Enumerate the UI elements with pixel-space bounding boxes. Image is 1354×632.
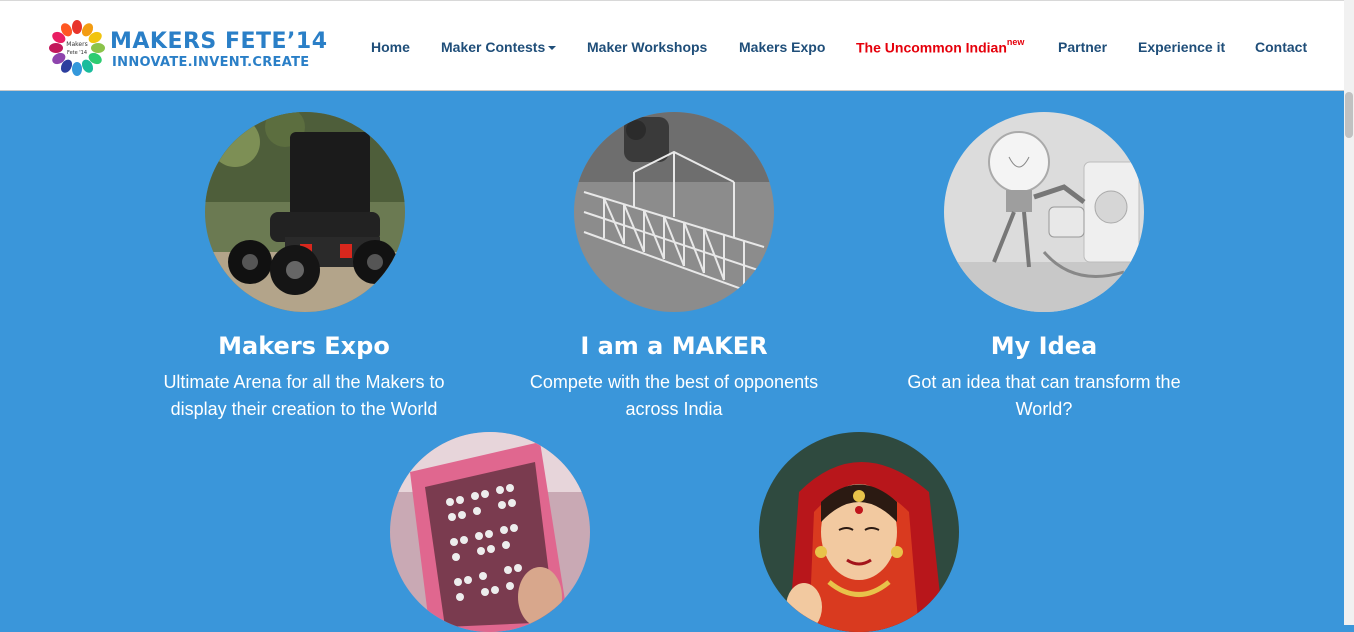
feature-desc-line: display their creation to the World (170, 399, 438, 419)
braille-sheet-photo (390, 432, 590, 632)
bulb-robot-photo (944, 112, 1144, 312)
indian-painting-photo (759, 432, 959, 632)
scrollbar-thumb[interactable] (1345, 92, 1353, 138)
nav-maker-contests[interactable]: Maker Contests (441, 39, 557, 55)
caret-down-icon (548, 46, 557, 51)
uncommon-indian-image[interactable] (759, 432, 959, 632)
nav-maker-workshops[interactable]: Maker Workshops (587, 39, 707, 55)
nav-uncommon-indian[interactable]: The Uncommon Indiannew (856, 37, 1025, 56)
new-badge: new (1006, 37, 1025, 47)
nav-home[interactable]: Home (371, 39, 410, 55)
nav-makers-expo[interactable]: Makers Expo (739, 39, 825, 55)
feature-desc-i-am-a-maker: Compete with the best of opponents acros… (504, 369, 844, 423)
nav-partner[interactable]: Partner (1058, 39, 1107, 55)
feature-title-i-am-a-maker[interactable]: I am a MAKER (504, 332, 844, 360)
feature-desc-line: Ultimate Arena for all the Makers to (163, 372, 445, 392)
nav-uncommon-indian-label: The Uncommon Indian (856, 39, 1007, 56)
braille-image[interactable] (390, 432, 590, 632)
main-nav: Home Maker Contests Maker Workshops Make… (0, 37, 1344, 59)
feature-desc-line: Compete with the best of opponents (529, 372, 819, 392)
page-scrollbar[interactable] (1344, 0, 1354, 625)
feature-title-makers-expo[interactable]: Makers Expo (134, 332, 474, 360)
wheelchair-photo (205, 112, 405, 312)
nav-experience-it[interactable]: Experience it (1138, 39, 1225, 55)
my-idea-image[interactable] (944, 112, 1144, 312)
nav-contact[interactable]: Contact (1255, 39, 1307, 55)
nav-maker-contests-label: Maker Contests (441, 39, 546, 55)
feature-desc-line: World? (1015, 399, 1073, 419)
feature-title-my-idea[interactable]: My Idea (874, 332, 1214, 360)
feature-desc-line: across India (625, 399, 723, 419)
i-am-a-maker-image[interactable] (574, 112, 774, 312)
top-navbar: Makers Fete '14 MAKERS FETE’14 INNOVATE.… (0, 0, 1344, 91)
bridge-model-photo (574, 112, 774, 312)
feature-desc-makers-expo: Ultimate Arena for all the Makers to dis… (134, 369, 474, 423)
feature-desc-my-idea: Got an idea that can transform the World… (874, 369, 1214, 423)
feature-desc-line: Got an idea that can transform the (907, 372, 1181, 392)
makers-expo-image[interactable] (205, 112, 405, 312)
